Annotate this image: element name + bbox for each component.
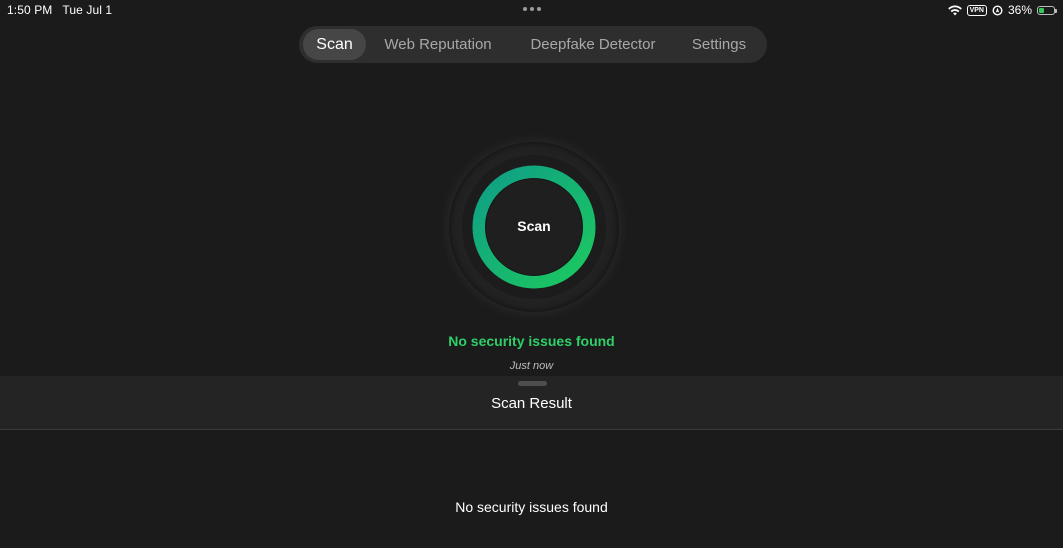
scan-button-label: Scan bbox=[517, 218, 551, 234]
battery-level-fill bbox=[1039, 7, 1045, 13]
battery-charging-icon bbox=[1037, 5, 1057, 15]
tab-deepfake-detector[interactable]: Deepfake Detector bbox=[514, 29, 672, 60]
sheet-grabber-handle[interactable] bbox=[518, 381, 547, 386]
scan-result-text: No security issues found bbox=[455, 499, 608, 515]
scan-button[interactable]: Scan bbox=[449, 142, 619, 312]
sheet-title: Scan Result bbox=[491, 395, 572, 412]
tab-settings[interactable]: Settings bbox=[680, 29, 758, 60]
clock-date: Tue Jul 1 bbox=[62, 3, 113, 17]
top-tab-bar: Scan Web Reputation Deepfake Detector Se… bbox=[299, 26, 767, 63]
app-screen: 1:50 PM Tue Jul 1 VPN 36% Scan Web Reputa… bbox=[0, 0, 1063, 548]
vpn-badge: VPN bbox=[966, 4, 987, 16]
tab-scan[interactable]: Scan bbox=[303, 29, 366, 60]
battery-percent: 36% bbox=[1007, 3, 1032, 17]
status-bar-indicators: VPN 36% bbox=[947, 2, 1057, 18]
status-bar-time: 1:50 PM Tue Jul 1 bbox=[7, 3, 122, 17]
sheet-header: Scan Result bbox=[0, 376, 1063, 430]
scan-status-message: No security issues found bbox=[448, 333, 615, 349]
location-lock-icon bbox=[992, 4, 1003, 16]
tab-web-reputation[interactable]: Web Reputation bbox=[371, 29, 505, 60]
last-scan-time: Just now bbox=[509, 360, 554, 372]
clock-time: 1:50 PM bbox=[7, 3, 53, 17]
scan-result-sheet: Scan Result No security issues found bbox=[0, 376, 1063, 548]
wifi-icon bbox=[947, 4, 962, 15]
multitasking-menu-icon[interactable] bbox=[523, 7, 541, 11]
